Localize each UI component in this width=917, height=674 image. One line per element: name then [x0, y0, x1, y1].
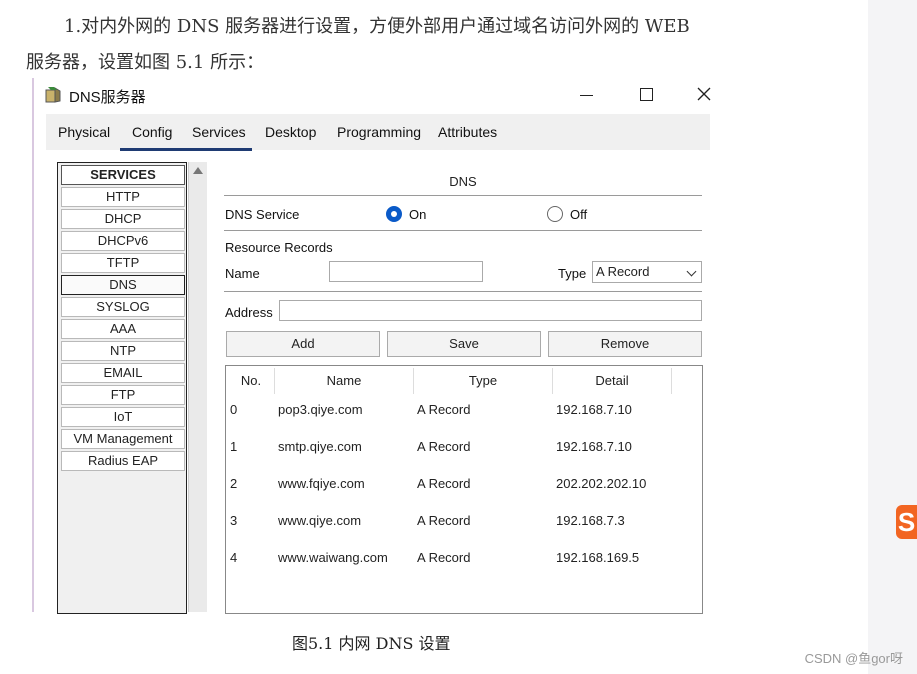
record-type: A Record: [417, 513, 471, 528]
column-header-name[interactable]: Name: [275, 368, 414, 394]
divider: [224, 291, 702, 292]
records-table: No. Name Type Detail 0 pop3.qiye.com A R…: [225, 365, 703, 614]
record-detail: 202.202.202.10: [556, 476, 647, 491]
dns-on-label: On: [409, 207, 427, 222]
document-paragraph-line-1: 1.对内外网的 DNS 服务器进行设置，方便外部用户通过域名访问外网的 WEB: [64, 16, 690, 37]
record-no: 0: [230, 402, 238, 417]
type-select[interactable]: A Record: [592, 261, 702, 283]
record-name: www.fqiye.com: [278, 476, 365, 491]
dns-service-label: DNS Service: [225, 207, 300, 222]
record-name: pop3.qiye.com: [278, 402, 363, 417]
tab-desktop[interactable]: Desktop: [265, 124, 316, 140]
dns-server-window: DNS服务器 Physical Config Services Desktop …: [34, 78, 718, 614]
tab-physical[interactable]: Physical: [58, 124, 110, 140]
record-type: A Record: [417, 402, 471, 417]
type-select-value: A Record: [596, 264, 650, 279]
record-name: www.qiye.com: [278, 513, 362, 528]
table-row[interactable]: 3 www.qiye.com A Record 192.168.7.3: [226, 513, 702, 533]
dns-off-label: Off: [570, 207, 588, 222]
side-logo-badge[interactable]: S: [896, 505, 917, 539]
service-item-dhcp[interactable]: DHCP: [61, 209, 185, 229]
table-row[interactable]: 2 www.fqiye.com A Record 202.202.202.10: [226, 476, 702, 496]
add-button[interactable]: Add: [226, 331, 380, 357]
column-header-detail[interactable]: Detail: [553, 368, 672, 394]
tab-programming[interactable]: Programming: [337, 124, 421, 140]
dns-off-radio[interactable]: [547, 206, 563, 222]
service-item-http[interactable]: HTTP: [61, 187, 185, 207]
column-header-type[interactable]: Type: [414, 368, 553, 394]
active-tab-underline: [120, 148, 252, 151]
service-item-email[interactable]: EMAIL: [61, 363, 185, 383]
close-button[interactable]: [692, 84, 716, 106]
service-item-vm-management[interactable]: VM Management: [61, 429, 185, 449]
remove-button[interactable]: Remove: [548, 331, 702, 357]
divider: [224, 195, 702, 196]
service-item-dhcpv6[interactable]: DHCPv6: [61, 231, 185, 251]
csdn-watermark: CSDN @鱼gor呀: [804, 651, 903, 666]
name-label: Name: [225, 266, 260, 281]
services-list-header: SERVICES: [61, 165, 185, 185]
tab-config[interactable]: Config: [132, 124, 172, 140]
record-name: www.waiwang.com: [278, 550, 388, 565]
window-titlebar[interactable]: DNS服务器: [34, 78, 718, 112]
save-button[interactable]: Save: [387, 331, 541, 357]
service-item-ntp[interactable]: NTP: [61, 341, 185, 361]
service-item-iot[interactable]: IoT: [61, 407, 185, 427]
table-row[interactable]: 4 www.waiwang.com A Record 192.168.169.5: [226, 550, 702, 570]
address-input[interactable]: [279, 300, 702, 321]
service-item-radius-eap[interactable]: Radius EAP: [61, 451, 185, 471]
address-label: Address: [225, 305, 273, 320]
name-input[interactable]: [329, 261, 483, 282]
maximize-button[interactable]: [634, 84, 658, 106]
document-paragraph-line-2: 服务器，设置如图 5.1 所示：: [26, 52, 265, 73]
record-type: A Record: [417, 439, 471, 454]
service-item-ftp[interactable]: FTP: [61, 385, 185, 405]
record-no: 1: [230, 439, 238, 454]
divider: [224, 230, 702, 231]
record-no: 4: [230, 550, 238, 565]
service-item-aaa[interactable]: AAA: [61, 319, 185, 339]
type-label: Type: [558, 266, 587, 281]
column-header-no[interactable]: No.: [228, 368, 275, 394]
service-item-tftp[interactable]: TFTP: [61, 253, 185, 273]
service-item-syslog[interactable]: SYSLOG: [61, 297, 185, 317]
record-detail: 192.168.169.5: [556, 550, 640, 565]
record-no: 2: [230, 476, 238, 491]
tab-bar: Physical Config Services Desktop Program…: [46, 114, 710, 150]
record-detail: 192.168.7.10: [556, 439, 632, 454]
tab-attributes[interactable]: Attributes: [438, 124, 497, 140]
minimize-button[interactable]: [574, 84, 598, 106]
table-row[interactable]: 1 smtp.qiye.com A Record 192.168.7.10: [226, 439, 702, 459]
scroll-up-arrow-icon[interactable]: [193, 167, 203, 174]
record-name: smtp.qiye.com: [278, 439, 362, 454]
services-list: SERVICES HTTP DHCP DHCPv6 TFTP DNS SYSLO…: [57, 162, 187, 614]
dns-section-title: DNS: [449, 174, 477, 189]
resource-records-label: Resource Records: [225, 240, 333, 255]
tab-services[interactable]: Services: [192, 124, 246, 140]
dns-on-radio[interactable]: [386, 206, 402, 222]
record-type: A Record: [417, 550, 471, 565]
close-icon: [697, 87, 711, 101]
server-icon: [44, 86, 62, 104]
chevron-down-icon: [686, 266, 697, 277]
record-detail: 192.168.7.3: [556, 513, 625, 528]
record-no: 3: [230, 513, 238, 528]
figure-caption: 图5.1 内网 DNS 设置: [292, 634, 451, 653]
record-detail: 192.168.7.10: [556, 402, 632, 417]
table-row[interactable]: 0 pop3.qiye.com A Record 192.168.7.10: [226, 402, 702, 422]
service-item-dns[interactable]: DNS: [61, 275, 185, 295]
services-scrollbar[interactable]: [188, 162, 207, 612]
window-title: DNS服务器: [69, 89, 146, 106]
page-gutter: [868, 0, 917, 674]
record-type: A Record: [417, 476, 471, 491]
